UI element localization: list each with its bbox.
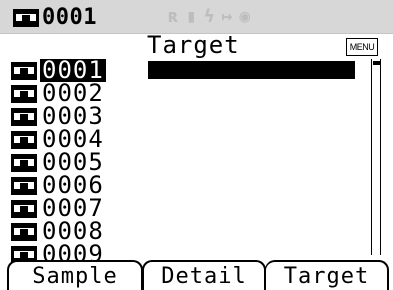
current-target-id: 0001 bbox=[42, 5, 97, 30]
target-list: 0001 0002 0003 0004 0005 0006 0007 0008 … bbox=[10, 58, 106, 289]
status-icons: ʀ ▮ ϟ ↦ ◉ bbox=[168, 7, 250, 27]
selected-target-name-field bbox=[148, 61, 355, 79]
area-icon: ◉ bbox=[239, 6, 251, 27]
current-target: 0001 bbox=[12, 6, 97, 30]
target-icon bbox=[10, 61, 38, 81]
target-icon bbox=[10, 130, 38, 150]
scrollbar-thumb[interactable] bbox=[373, 61, 380, 65]
page-title: Target bbox=[147, 31, 240, 59]
tab-sample[interactable]: Sample bbox=[7, 260, 143, 290]
target-icon bbox=[10, 107, 38, 127]
target-icon bbox=[10, 222, 38, 242]
uv-icon: ↦ bbox=[221, 6, 233, 27]
measurement-mode-icon: ʀ bbox=[168, 6, 179, 27]
list-scrollbar[interactable] bbox=[371, 59, 381, 255]
tab-detail[interactable]: Detail bbox=[142, 260, 266, 290]
function-tabs: Sample Detail Target bbox=[0, 259, 393, 290]
specular-icon: ϟ bbox=[203, 6, 215, 27]
target-icon bbox=[10, 176, 38, 196]
target-icon bbox=[10, 199, 38, 219]
memory-icon: ▮ bbox=[185, 6, 197, 27]
menu-button[interactable]: MENU bbox=[346, 38, 378, 56]
tab-target[interactable]: Target bbox=[265, 260, 389, 290]
target-icon bbox=[10, 153, 38, 173]
target-icon bbox=[12, 8, 40, 28]
top-status-bar: 0001 ʀ ▮ ϟ ↦ ◉ bbox=[0, 0, 393, 34]
target-icon bbox=[10, 84, 38, 104]
